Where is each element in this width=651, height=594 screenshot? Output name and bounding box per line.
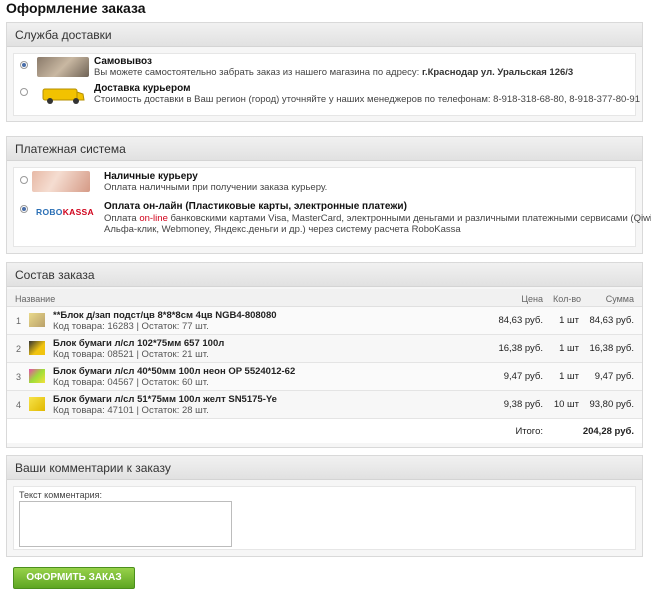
row-number: 3: [16, 372, 22, 382]
product-sum: 84,63 руб.: [589, 315, 634, 326]
online-radio[interactable]: [20, 205, 28, 213]
product-code: Код товара: 08521 | Остаток: 21 шт.: [53, 349, 209, 360]
product-price: 9,47 руб.: [503, 371, 543, 382]
pickup-title: Самовывоз: [94, 56, 152, 67]
product-thumb-icon: [29, 313, 45, 327]
row-number: 2: [16, 344, 22, 354]
delivery-header: Служба доставки: [7, 23, 642, 47]
product-code: Код товара: 16283 | Остаток: 77 шт.: [53, 321, 209, 332]
comments-panel: Ваши комментарии к заказу Текст коммента…: [6, 455, 643, 557]
table-row: 2 Блок бумаги л/сл 102*75мм 657 100л Код…: [7, 335, 642, 363]
table-row: 1 **Блок д/зап подст/цв 8*8*8см 4цв NGB4…: [7, 307, 642, 335]
courier-van-icon: [37, 85, 89, 105]
product-sum: 16,38 руб.: [589, 343, 634, 354]
product-name[interactable]: Блок бумаги л/сл 51*75мм 100л желт SN517…: [53, 394, 277, 405]
robokassa-logo-icon: ROBOKASSA: [36, 207, 94, 217]
product-code: Код товара: 04567 | Остаток: 60 шт.: [53, 377, 209, 388]
cash-radio[interactable]: [20, 176, 28, 184]
page-title: Оформление заказа: [6, 0, 146, 16]
payment-header: Платежная система: [7, 137, 642, 161]
pickup-photo-icon: [37, 57, 89, 77]
product-thumb-icon: [29, 341, 45, 355]
order-rows: 1 **Блок д/зап подст/цв 8*8*8см 4цв NGB4…: [7, 307, 642, 419]
submit-order-button[interactable]: ОФОРМИТЬ ЗАКАЗ: [13, 567, 135, 589]
total-value: 204,28 руб.: [582, 426, 634, 437]
product-sum: 93,80 руб.: [589, 399, 634, 410]
product-qty: 10 шт: [553, 399, 579, 410]
order-header: Состав заказа: [7, 263, 642, 287]
product-price: 9,38 руб.: [503, 399, 543, 410]
product-sum: 9,47 руб.: [594, 371, 634, 382]
product-code: Код товара: 47101 | Остаток: 28 шт.: [53, 405, 209, 416]
online-desc-highlight: on-line: [139, 213, 168, 224]
online-title: Оплата он-лайн (Пластиковые карты, элект…: [104, 201, 407, 212]
col-price: Цена: [521, 294, 543, 304]
online-desc-pre: Оплата: [104, 213, 137, 224]
pickup-radio[interactable]: [20, 61, 28, 69]
total-label: Итого:: [515, 426, 543, 437]
delivery-panel: Служба доставки Самовывоз Вы можете само…: [6, 22, 643, 122]
robokassa-logo-a: ROBO: [36, 207, 63, 217]
comments-body: Текст комментария:: [13, 486, 636, 550]
online-desc: Оплата on-line банковскими картами Visa,…: [104, 213, 651, 224]
order-table-head: Название Цена Кол-во Сумма: [7, 289, 642, 307]
row-number: 1: [16, 316, 22, 326]
product-price: 84,63 руб.: [498, 315, 543, 326]
order-table: Название Цена Кол-во Сумма 1 **Блок д/за…: [7, 289, 642, 443]
table-row: 4 Блок бумаги л/сл 51*75мм 100л желт SN5…: [7, 391, 642, 419]
online-desc-line2: Альфа-клик, Webmoney, Яндекс.деньги и др…: [104, 224, 461, 235]
product-thumb-icon: [29, 369, 45, 383]
pickup-address: г.Краснодар ул. Уральская 126/3: [421, 67, 574, 78]
courier-title: Доставка курьером: [94, 83, 191, 94]
payment-panel: Платежная система Наличные курьеру Оплат…: [6, 136, 651, 254]
courier-desc: Стоимость доставки в Ваш регион (город) …: [94, 94, 640, 105]
comment-label: Текст комментария:: [19, 490, 102, 500]
product-thumb-icon: [29, 397, 45, 411]
cash-icon: [32, 171, 90, 192]
cash-title: Наличные курьеру: [104, 171, 198, 182]
pickup-desc: Вы можете самостоятельно забрать заказ и…: [94, 67, 573, 78]
total-row: Итого: 204,28 руб.: [7, 419, 642, 443]
col-sum: Сумма: [605, 294, 634, 304]
product-name[interactable]: Блок бумаги л/сл 102*75мм 657 100л: [53, 338, 224, 349]
product-price: 16,38 руб.: [498, 343, 543, 354]
product-name[interactable]: Блок бумаги л/сл 40*50мм 100л неон OP 55…: [53, 366, 295, 377]
order-panel: Состав заказа Название Цена Кол-во Сумма…: [6, 262, 643, 448]
row-number: 4: [16, 400, 22, 410]
col-name: Название: [15, 294, 56, 304]
product-qty: 1 шт: [559, 371, 579, 382]
col-qty: Кол-во: [553, 294, 581, 304]
delivery-options: Самовывоз Вы можете самостоятельно забра…: [13, 53, 640, 116]
robokassa-logo-b: KASSA: [62, 207, 94, 217]
pickup-desc-text: Вы можете самостоятельно забрать заказ и…: [94, 67, 420, 78]
online-desc-post: банковскими картами Visa, MasterCard, эл…: [170, 213, 651, 224]
courier-radio[interactable]: [20, 88, 28, 96]
product-name[interactable]: **Блок д/зап подст/цв 8*8*8см 4цв NGB4-8…: [53, 310, 277, 321]
comment-textarea[interactable]: [19, 501, 232, 547]
payment-options: Наличные курьеру Оплата наличными при по…: [13, 167, 651, 247]
cash-desc: Оплата наличными при получении заказа ку…: [104, 182, 328, 193]
comments-header: Ваши комментарии к заказу: [7, 456, 642, 480]
table-row: 3 Блок бумаги л/сл 40*50мм 100л неон OP …: [7, 363, 642, 391]
product-qty: 1 шт: [559, 343, 579, 354]
product-qty: 1 шт: [559, 315, 579, 326]
